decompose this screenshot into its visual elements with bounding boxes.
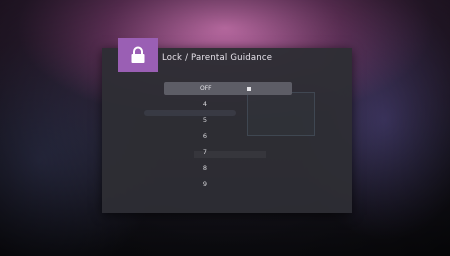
option-off-label: OFF: [200, 84, 212, 92]
lock-tile: [118, 38, 158, 72]
background-ghost-bar: [144, 110, 236, 116]
selected-square-icon: [247, 86, 251, 91]
option-8[interactable]: 8: [196, 164, 214, 172]
option-7[interactable]: 7: [196, 148, 214, 156]
tv-screen: Lock / Parental Guidance OFF 4 5 6 7 8 9: [0, 0, 450, 256]
option-4[interactable]: 4: [196, 100, 214, 108]
option-9[interactable]: 9: [196, 180, 214, 188]
option-off-selected[interactable]: OFF: [164, 82, 292, 95]
option-5[interactable]: 5: [196, 116, 214, 124]
lock-icon: [130, 46, 146, 64]
parental-guidance-dialog: Lock / Parental Guidance OFF 4 5 6 7 8 9: [102, 38, 352, 213]
dialog-title: Lock / Parental Guidance: [162, 53, 273, 63]
option-6[interactable]: 6: [196, 132, 214, 140]
background-ghost-box: [247, 92, 315, 136]
